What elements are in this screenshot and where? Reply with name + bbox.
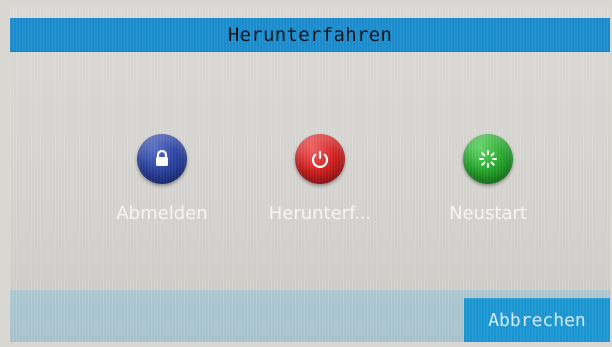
shutdown-action[interactable]: Herunterf... [240, 134, 400, 224]
shutdown-dialog: Herunterfahren Abmelden Herunterf... Neu… [10, 6, 610, 342]
restart-button[interactable] [463, 134, 513, 184]
restart-label: Neustart [449, 203, 527, 224]
logout-label: Abmelden [116, 203, 208, 224]
restart-icon [479, 150, 497, 168]
shutdown-label: Herunterf... [268, 203, 372, 224]
lock-icon [156, 149, 168, 166]
restart-action[interactable]: Neustart [408, 134, 568, 224]
dialog-titlebar: Herunterfahren [10, 18, 610, 52]
cancel-button[interactable]: Abbrechen [464, 298, 610, 342]
power-icon [311, 150, 329, 168]
dialog-body: Abmelden Herunterf... Neustart [10, 52, 610, 290]
shutdown-button[interactable] [295, 134, 345, 184]
dialog-title: Herunterfahren [227, 24, 393, 46]
logout-action[interactable]: Abmelden [82, 134, 242, 224]
logout-button[interactable] [137, 134, 187, 184]
